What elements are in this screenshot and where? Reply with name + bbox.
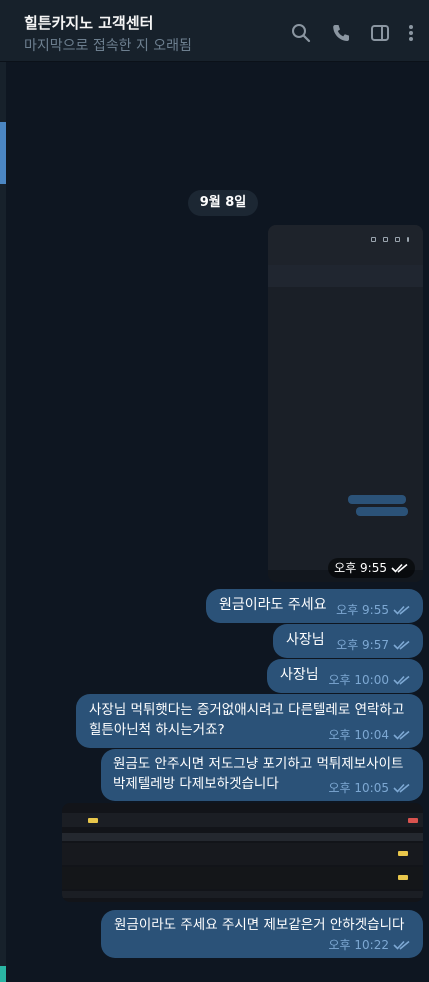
message-text: 사장님 (280, 667, 319, 683)
sidebar-icon[interactable] (369, 22, 391, 44)
double-check-icon (393, 675, 411, 685)
message-text-line-1: 원금도 안주시면 저도그냥 포기하고 먹튀제보사이트 (113, 756, 404, 772)
double-check-icon (393, 940, 411, 950)
screenshot-bubble (348, 495, 406, 504)
message-bubble[interactable]: 사장님 오후 9:57 (273, 624, 423, 658)
table-badge (398, 875, 408, 880)
chat-list-edge (0, 62, 6, 982)
screenshot-more-icon (407, 237, 409, 242)
message-time: 오후 9:55 (336, 603, 389, 617)
table-badge (88, 818, 98, 823)
screenshot-action-bar (268, 265, 423, 287)
table-footer-row (62, 891, 423, 898)
screenshot-bubble (356, 507, 408, 516)
message-time: 오후 10:22 (328, 938, 389, 952)
message-text: 원금이라도 주세요 주시면 제보같은거 안하겟습니다 (114, 917, 405, 933)
message-meta: 오후 10:05 (329, 779, 411, 796)
message-text: 사장님 (286, 632, 325, 648)
double-check-icon (393, 640, 411, 650)
double-check-icon (393, 783, 411, 793)
message-text-line-2: 힐튼아닌척 하시는거죠? (89, 722, 225, 738)
message-time: 오후 9:57 (336, 638, 389, 652)
message-meta: 오후 9:57 (336, 636, 411, 653)
table-badge (408, 818, 418, 823)
phone-icon[interactable] (330, 22, 352, 44)
table-column-header (62, 833, 423, 841)
table-row (62, 867, 423, 889)
screenshot-header (268, 225, 423, 265)
message-time: 오후 10:00 (328, 673, 389, 687)
message-bubble[interactable]: 원금도 안주시면 저도그냥 포기하고 먹튀제보사이트 박제텔레방 다제보하겟습니… (101, 749, 423, 801)
table-row (62, 843, 423, 865)
message-text: 원금이라도 주세요 (219, 597, 327, 613)
message-bubble[interactable]: 원금이라도 주세요 주시면 제보같은거 안하겟습니다 오후 10:22 (101, 910, 423, 958)
table-badge (398, 851, 408, 856)
screenshot-sidebar-icon (395, 237, 400, 242)
chat-header: 힐튼카지노 고객센터 마지막으로 접속한 지 오래됨 (0, 0, 429, 62)
double-check-icon (393, 730, 411, 740)
search-icon[interactable] (290, 22, 312, 44)
message-meta: 오후 10:04 (329, 726, 411, 743)
message-meta: 오후 10:22 (329, 936, 411, 953)
image-message-table[interactable] (62, 803, 423, 902)
last-seen-status: 마지막으로 접속한 지 오래됨 (24, 38, 192, 54)
double-check-icon (391, 563, 409, 573)
message-time: 오후 10:05 (328, 781, 389, 795)
image-message-screenshot[interactable]: 오후 9:55 (268, 225, 423, 582)
message-time: 오후 9:55 (328, 558, 415, 578)
selected-chat-indicator (0, 122, 6, 184)
message-meta: 오후 9:55 (336, 601, 411, 618)
screenshot-search-icon (371, 237, 376, 242)
screenshot-phone-icon (383, 237, 388, 242)
chat-list-indicator (0, 966, 6, 982)
chat-title[interactable]: 힐튼카지노 고객센터 (24, 12, 153, 33)
date-separator: 9월 8일 (188, 190, 258, 216)
double-check-icon (393, 605, 411, 615)
message-meta: 오후 10:00 (329, 671, 411, 688)
message-text-line-1: 사장님 먹튀햇다는 증거없애시려고 다른텔레로 연락하고 (89, 702, 405, 718)
message-bubble[interactable]: 사장님 오후 10:00 (267, 659, 423, 693)
table-header-row (62, 813, 423, 827)
more-vert-icon[interactable] (404, 22, 418, 44)
message-bubble[interactable]: 원금이라도 주세요 오후 9:55 (206, 589, 423, 623)
message-time: 오후 10:04 (328, 728, 389, 742)
message-bubble[interactable]: 사장님 먹튀햇다는 증거없애시려고 다른텔레로 연락하고 힐튼아닌척 하시는거죠… (76, 694, 423, 748)
message-text-line-2: 박제텔레방 다제보하겟습니다 (113, 776, 279, 792)
